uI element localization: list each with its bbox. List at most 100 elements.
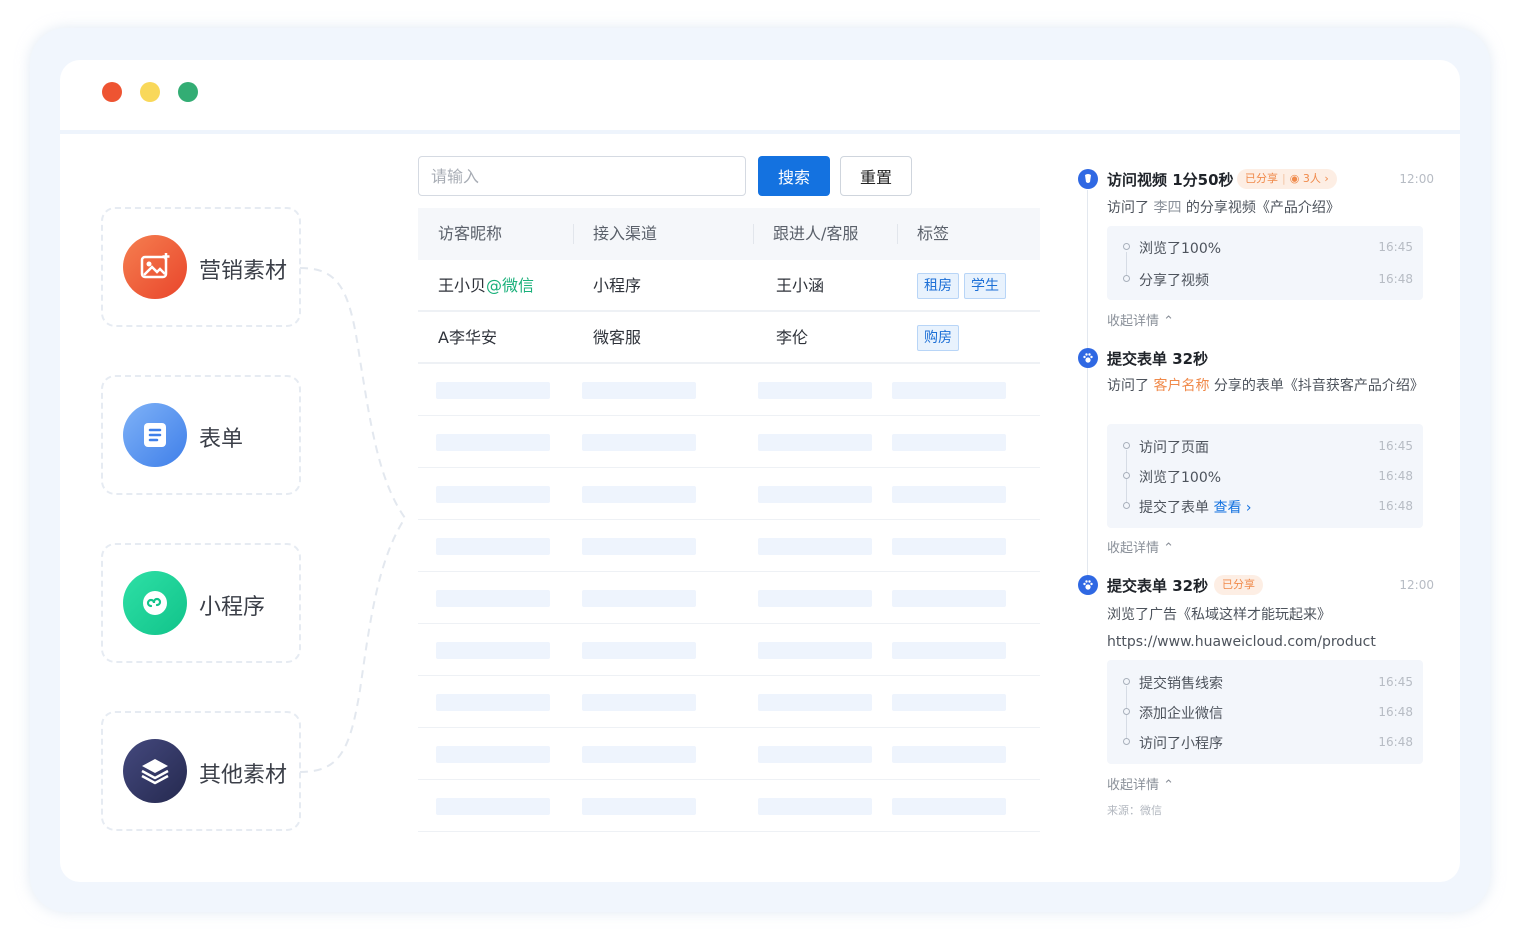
- wechat-suffix: @微信: [486, 276, 535, 295]
- skeleton-bar: [758, 694, 872, 711]
- skeleton-bar: [892, 486, 1006, 503]
- event-description: 访问了 李四 的分享视频《产品介绍》: [1107, 200, 1340, 216]
- skeleton-bar: [758, 382, 872, 399]
- skeleton-bar: [758, 590, 872, 607]
- image-icon: [123, 235, 187, 299]
- column-header: 访客昵称: [438, 224, 503, 243]
- view-form-link[interactable]: 查看 ›: [1213, 500, 1251, 516]
- skeleton-bar: [892, 642, 1006, 659]
- visitor-name: 王小贝@微信: [438, 276, 535, 295]
- window-maximize-button[interactable]: [178, 82, 198, 102]
- event-description: 访问了 客户名称 分享的表单《抖音获客产品介绍》: [1107, 378, 1424, 394]
- chevron-up-icon: ⌃: [1163, 778, 1175, 793]
- skeleton-bar: [436, 590, 550, 607]
- source-card-form[interactable]: 表单: [101, 375, 301, 495]
- chevron-right-icon: ›: [1324, 172, 1329, 185]
- detail-time: 16:48: [1378, 705, 1413, 719]
- event-time: 12:00: [1399, 578, 1434, 592]
- skeleton-bar: [758, 434, 872, 451]
- event-url[interactable]: https://www.huaweicloud.com/product: [1107, 634, 1376, 650]
- channel-cell: 微客服: [593, 328, 642, 347]
- event-detail-box: 访问了页面 16:45 浏览了100% 16:48 提交了表单 查看 › 16:…: [1107, 424, 1423, 528]
- detail-time: 16:48: [1378, 469, 1413, 483]
- chevron-up-icon: ⌃: [1163, 314, 1175, 329]
- detail-time: 16:45: [1378, 439, 1413, 453]
- collapse-details-link[interactable]: 收起详情 ⌃: [1107, 774, 1174, 793]
- window-close-button[interactable]: [102, 82, 122, 102]
- skeleton-row: [418, 520, 1040, 572]
- detail-time: 16:48: [1378, 272, 1413, 286]
- column-header: 接入渠道: [593, 224, 658, 243]
- skeleton-bar: [582, 434, 696, 451]
- detail-time: 16:48: [1378, 499, 1413, 513]
- skeleton-bar: [436, 382, 550, 399]
- event-title: 访问视频 1分50秒: [1107, 171, 1234, 189]
- chevron-right-icon: ›: [1245, 500, 1252, 516]
- source-card-marketing[interactable]: 营销素材: [101, 207, 301, 327]
- skeleton-bar: [582, 538, 696, 555]
- collapse-details-link[interactable]: 收起详情 ⌃: [1107, 310, 1174, 329]
- skeleton-bar: [758, 486, 872, 503]
- detail-item: 浏览了100%: [1139, 470, 1222, 486]
- skeleton-bar: [758, 642, 872, 659]
- reset-button[interactable]: 重置: [840, 156, 912, 196]
- paw-icon: [1078, 575, 1098, 595]
- skeleton-bar: [436, 434, 550, 451]
- skeleton-row: [418, 468, 1040, 520]
- skeleton-bar: [892, 694, 1006, 711]
- mini-program-icon: [123, 571, 187, 635]
- source-card-label: 表单: [199, 427, 244, 452]
- table-row[interactable]: 王小贝@微信 小程序 王小涵 租房 学生: [418, 260, 1040, 312]
- paw-icon: [1078, 348, 1098, 368]
- table-header: 访客昵称 接入渠道 跟进人/客服 标签: [418, 208, 1040, 260]
- skeleton-bar: [892, 434, 1006, 451]
- source-card-mini-program[interactable]: 小程序: [101, 543, 301, 663]
- visitor-table: 访客昵称 接入渠道 跟进人/客服 标签 王小贝@微信 小程序 王小涵 租房 学生…: [418, 208, 1040, 832]
- skeleton-bar: [582, 694, 696, 711]
- collapse-details-link[interactable]: 收起详情 ⌃: [1107, 537, 1174, 556]
- skeleton-bar: [892, 382, 1006, 399]
- detail-item: 添加企业微信: [1139, 706, 1223, 722]
- activity-timeline: 访问视频 1分50秒 已分享 | ◉ 3人 › 12:00 访问了 李四 的分享视频…: [1076, 60, 1436, 882]
- skeleton-rows: [418, 364, 1040, 832]
- source-card-label: 营销素材: [199, 259, 288, 284]
- event-time: 12:00: [1399, 172, 1434, 186]
- table-row[interactable]: A李华安 微客服 李伦 购房: [418, 312, 1040, 364]
- source-card-other[interactable]: 其他素材: [101, 711, 301, 831]
- skeleton-bar: [758, 798, 872, 815]
- skeleton-bar: [758, 746, 872, 763]
- tag-badge: 租房: [917, 273, 959, 299]
- skeleton-bar: [436, 486, 550, 503]
- skeleton-bar: [436, 798, 550, 815]
- chevron-up-icon: ⌃: [1163, 541, 1175, 556]
- skeleton-bar: [892, 746, 1006, 763]
- layers-icon: [123, 739, 187, 803]
- skeleton-row: [418, 416, 1040, 468]
- skeleton-bar: [582, 590, 696, 607]
- skeleton-bar: [582, 746, 696, 763]
- eye-icon: ◉: [1289, 172, 1300, 185]
- skeleton-row: [418, 728, 1040, 780]
- detail-time: 16:45: [1378, 675, 1413, 689]
- search-input[interactable]: [418, 156, 746, 196]
- channel-cell: 小程序: [593, 276, 642, 295]
- event-description: 浏览了广告《私域这样才能玩起来》: [1107, 607, 1331, 623]
- column-header: 跟进人/客服: [773, 224, 859, 243]
- detail-item: 提交销售线索: [1139, 676, 1223, 692]
- skeleton-bar: [892, 590, 1006, 607]
- skeleton-bar: [582, 382, 696, 399]
- shared-badge: 已分享: [1214, 575, 1263, 595]
- window-minimize-button[interactable]: [140, 82, 160, 102]
- search-button[interactable]: 搜索: [758, 156, 830, 196]
- follower-cell: 李伦: [776, 328, 809, 347]
- form-icon: [123, 403, 187, 467]
- skeleton-row: [418, 572, 1040, 624]
- detail-item: 提交了表单 查看 ›: [1139, 500, 1252, 516]
- skeleton-bar: [582, 798, 696, 815]
- source-card-label: 小程序: [199, 595, 266, 620]
- video-icon: [1078, 169, 1098, 189]
- source-label: 来源：微信: [1107, 804, 1162, 817]
- shared-views-badge[interactable]: 已分享 | ◉ 3人 ›: [1237, 169, 1337, 189]
- skeleton-row: [418, 676, 1040, 728]
- skeleton-row: [418, 780, 1040, 832]
